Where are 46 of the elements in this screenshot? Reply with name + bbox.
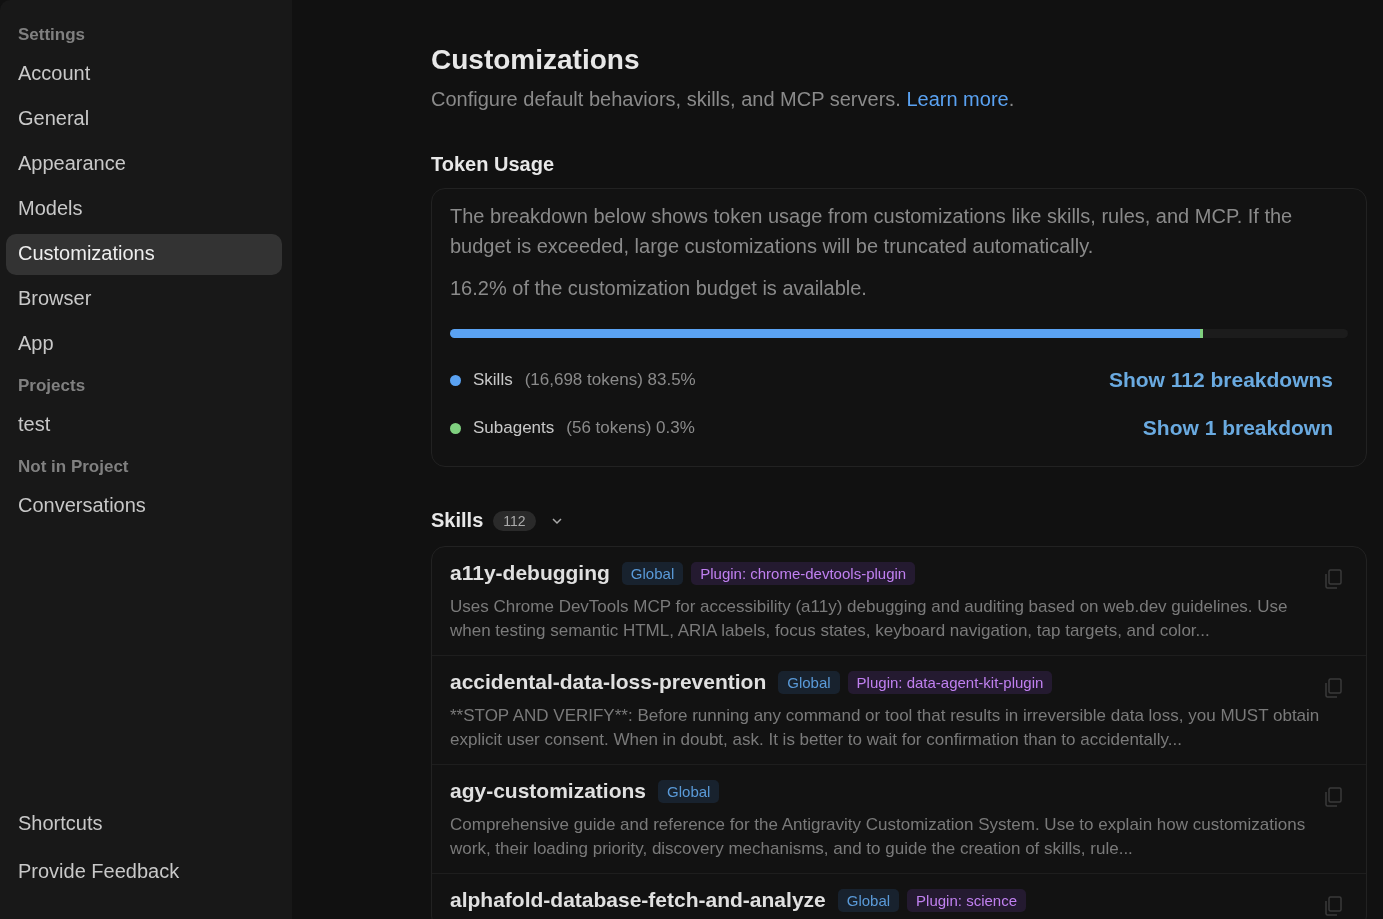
legend-label: Subagents xyxy=(473,418,555,438)
sidebar-item[interactable]: Account xyxy=(6,54,282,95)
skill-name: alphafold-database-fetch-and-analyze xyxy=(450,888,826,912)
learn-more-link[interactable]: Learn more xyxy=(906,88,1009,110)
copy-icon[interactable] xyxy=(1324,896,1342,916)
page-subtitle: Configure default behaviors, skills, and MCP servers. Learn more. xyxy=(431,88,1016,111)
breakdown-link[interactable]: Show 1 breakdown xyxy=(1142,416,1333,440)
skill-name: accidental-data-loss-prevention xyxy=(450,670,767,694)
copy-icon[interactable] xyxy=(1324,787,1342,807)
sidebar-item[interactable]: Shortcuts xyxy=(6,804,282,845)
skill-tag: Plugin: data-agent-kit-plugin xyxy=(847,670,1053,694)
legend-detail: (16,698 tokens) 83.5% xyxy=(524,370,696,390)
sidebar-item[interactable]: General xyxy=(6,99,282,140)
copy-icon[interactable] xyxy=(1324,678,1342,698)
usage-description: The breakdown below shows token usage from customizations like skills, rules, and MCP. If the budget is exceeded, large customizations will be truncated automatically. xyxy=(450,204,1294,259)
sidebar-item[interactable]: Models xyxy=(6,189,282,230)
skill-tag: Global xyxy=(658,779,720,803)
budget-availability: 16.2% of the customization budget is available. xyxy=(450,276,868,301)
sidebar-heading: Settings xyxy=(17,24,87,46)
legend-detail: (56 tokens) 0.3% xyxy=(566,418,695,438)
skill-tag: Global xyxy=(621,561,684,585)
skill-name: a11y-debugging xyxy=(450,561,610,585)
sidebar-item[interactable]: App xyxy=(6,324,282,365)
copy-icon[interactable] xyxy=(1324,569,1342,589)
sidebar-item[interactable]: Provide Feedback xyxy=(6,852,282,893)
sidebar-item[interactable]: test xyxy=(6,405,282,446)
section-heading: Token Usage xyxy=(431,153,555,176)
section-heading: Skills xyxy=(431,509,484,532)
skill-tag: Global xyxy=(837,888,900,912)
skill-description: Comprehensive guide and reference for the Antigravity Customization System. Use to explain how customizations work, their loading priority, discovery mechanisms, and to guide the creation of skills, rule... xyxy=(450,814,1307,860)
sidebar-heading: Projects xyxy=(17,375,87,397)
sidebar-item[interactable]: Conversations xyxy=(6,486,282,527)
skill-tag: Global xyxy=(778,670,840,694)
breakdown-link[interactable]: Show 112 breakdowns xyxy=(1108,368,1333,392)
skill-tag: Plugin: chrome-devtools-plugin xyxy=(691,561,916,585)
skill-description: **STOP AND VERIFY**: Before running any command or tool that results in irreversible data loss, you MUST obtain explicit user consent. When in doubt, ask. It is better to wait for confirmation than to accidentally... xyxy=(450,705,1321,751)
skill-description: Uses Chrome DevTools MCP for accessibility (a11y) debugging and auditing based on web.dev guidelines. Use when testing semantic HTML, ARIA labels, focus states, keyboard navigation, tap targets, and color... xyxy=(450,596,1289,642)
sidebar-heading: Not in Project xyxy=(17,456,130,478)
sidebar-item[interactable]: Browser xyxy=(6,279,282,320)
page-title: Customizations xyxy=(431,44,641,76)
count-badge: 112 xyxy=(493,510,536,531)
skill-name: agy-customizations xyxy=(450,779,647,803)
sidebar-item[interactable]: Customizations xyxy=(6,234,282,275)
skill-tag: Plugin: science xyxy=(907,888,1026,912)
legend-label: Skills xyxy=(473,370,513,390)
sidebar-item[interactable]: Appearance xyxy=(6,144,282,185)
